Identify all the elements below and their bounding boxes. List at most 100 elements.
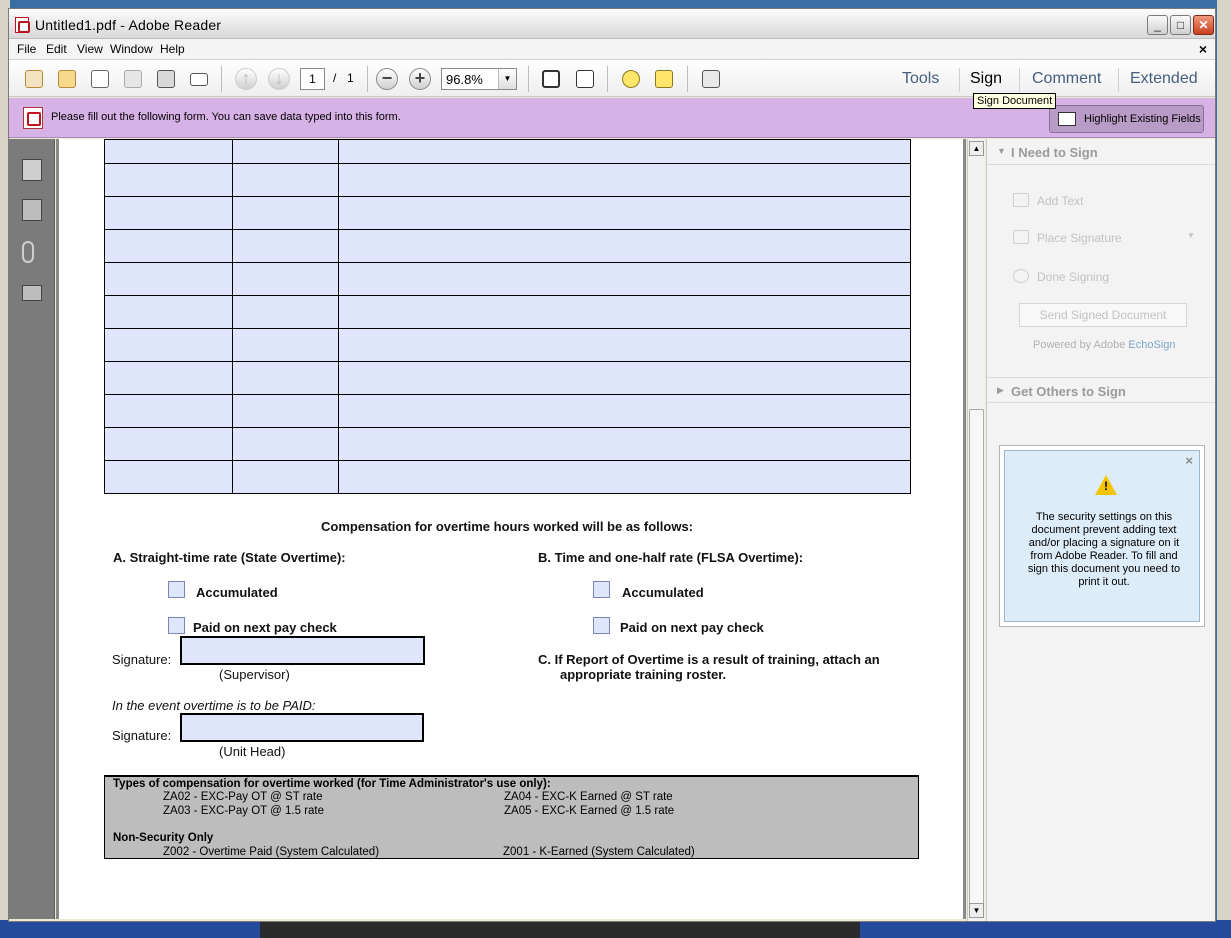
table-row (104, 262, 911, 296)
maximize-button[interactable]: □ (1170, 15, 1191, 35)
chevron-down-icon[interactable]: ▼ (1187, 231, 1195, 240)
close-icon[interactable]: × (1185, 453, 1193, 468)
form-cell[interactable] (232, 229, 339, 263)
form-cell[interactable] (338, 139, 911, 164)
table-row (104, 427, 911, 461)
form-cell[interactable] (338, 427, 911, 461)
toolbar-separator (528, 66, 529, 92)
form-cell[interactable] (232, 196, 339, 230)
tab-extended[interactable]: Extended (1130, 70, 1198, 88)
b-paid-label: Paid on next pay check (620, 620, 764, 635)
menu-help[interactable]: Help (160, 42, 185, 56)
type-za04: ZA04 - EXC-K Earned @ ST rate (504, 791, 673, 803)
form-cell[interactable] (104, 262, 233, 296)
form-cell[interactable] (338, 460, 911, 494)
form-cell[interactable] (232, 163, 339, 197)
open-icon[interactable] (55, 67, 79, 91)
form-cell[interactable] (104, 295, 233, 329)
menu-window[interactable]: Window (110, 42, 153, 56)
a-accumulated-checkbox[interactable] (168, 581, 185, 598)
prev-page-icon[interactable]: ↑ (235, 68, 257, 90)
form-cell[interactable] (104, 427, 233, 461)
page-number-input[interactable]: 1 (300, 68, 325, 90)
form-cell[interactable] (338, 394, 911, 428)
menu-edit[interactable]: Edit (46, 42, 67, 56)
form-cell[interactable] (338, 262, 911, 296)
edit-icon[interactable] (88, 67, 112, 91)
form-cell[interactable] (104, 139, 233, 164)
form-cell[interactable] (232, 427, 339, 461)
window-title: Untitled1.pdf - Adobe Reader (35, 17, 222, 33)
menu-file[interactable]: File (17, 42, 36, 56)
add-text-item[interactable]: Add Text (1037, 194, 1083, 208)
highlight-fields-button[interactable]: Highlight Existing Fields (1049, 105, 1204, 133)
fit-width-icon[interactable] (573, 67, 597, 91)
layers-icon[interactable] (22, 199, 42, 221)
done-signing-icon (1013, 269, 1029, 283)
zoom-select[interactable]: 96.8% ▼ (441, 68, 517, 90)
type-z002: Z002 - Overtime Paid (System Calculated) (163, 846, 380, 858)
scrollbar-thumb[interactable] (969, 409, 984, 909)
form-cell[interactable] (232, 460, 339, 494)
highlight-icon[interactable] (652, 67, 676, 91)
unit-head-signature-field[interactable] (180, 713, 424, 742)
form-cell[interactable] (338, 229, 911, 263)
attachment-icon[interactable] (22, 241, 34, 263)
create-icon[interactable] (22, 67, 46, 91)
b-accumulated-checkbox[interactable] (593, 581, 610, 598)
need-to-sign-header[interactable]: ▼ I Need to Sign (987, 139, 1215, 165)
zoom-out-button[interactable]: − (376, 68, 398, 90)
form-cell[interactable] (104, 394, 233, 428)
form-cell[interactable] (104, 361, 233, 395)
close-button[interactable]: ✕ (1193, 15, 1214, 35)
form-cell[interactable] (104, 460, 233, 494)
supervisor-signature-field[interactable] (180, 636, 425, 665)
a-paid-checkbox[interactable] (168, 617, 185, 634)
adobe-reader-window: Untitled1.pdf - Adobe Reader _ □ ✕ File … (8, 8, 1216, 922)
signatures-icon[interactable] (22, 285, 42, 301)
zoom-in-button[interactable]: + (409, 68, 431, 90)
done-signing-item[interactable]: Done Signing (1037, 270, 1109, 284)
fullscreen-icon[interactable] (699, 67, 723, 91)
get-others-header[interactable]: ▶ Get Others to Sign (987, 377, 1215, 403)
tab-tools[interactable]: Tools (902, 70, 939, 88)
fit-page-icon[interactable] (539, 67, 563, 91)
form-cell[interactable] (104, 163, 233, 197)
vertical-scrollbar[interactable]: ▲ ▼ (967, 139, 985, 921)
save-icon[interactable] (121, 67, 145, 91)
form-cell[interactable] (104, 328, 233, 362)
sign-tooltip: Sign Document (973, 93, 1057, 109)
close-document-button[interactable]: × (1199, 41, 1207, 57)
form-cell[interactable] (338, 163, 911, 197)
compensation-heading: Compensation for overtime hours worked w… (321, 519, 694, 534)
menu-view[interactable]: View (77, 42, 103, 56)
form-cell[interactable] (338, 196, 911, 230)
print-icon[interactable] (154, 67, 178, 91)
scroll-up-icon[interactable]: ▲ (969, 141, 984, 156)
next-page-icon[interactable]: ↓ (268, 68, 290, 90)
tab-comment[interactable]: Comment (1032, 70, 1101, 88)
b-paid-checkbox[interactable] (593, 617, 610, 634)
form-cell[interactable] (232, 361, 339, 395)
tab-sign[interactable]: Sign (970, 70, 1002, 88)
highlight-fields-icon (1058, 112, 1076, 126)
form-cell[interactable] (338, 295, 911, 329)
form-cell[interactable] (232, 394, 339, 428)
comment-icon[interactable] (619, 67, 643, 91)
form-cell[interactable] (232, 139, 339, 164)
form-cell[interactable] (232, 328, 339, 362)
form-cell[interactable] (104, 229, 233, 263)
add-text-icon (1013, 193, 1029, 207)
form-cell[interactable] (104, 196, 233, 230)
form-cell[interactable] (338, 361, 911, 395)
form-cell[interactable] (232, 295, 339, 329)
send-signed-document-button[interactable]: Send Signed Document (1019, 303, 1187, 327)
chevron-down-icon[interactable]: ▼ (498, 69, 516, 89)
email-icon[interactable] (187, 67, 211, 91)
pages-icon[interactable] (22, 159, 42, 181)
place-signature-item[interactable]: Place Signature (1037, 231, 1122, 245)
scroll-down-icon[interactable]: ▼ (969, 903, 984, 918)
minimize-button[interactable]: _ (1147, 15, 1168, 35)
form-cell[interactable] (232, 262, 339, 296)
form-cell[interactable] (338, 328, 911, 362)
